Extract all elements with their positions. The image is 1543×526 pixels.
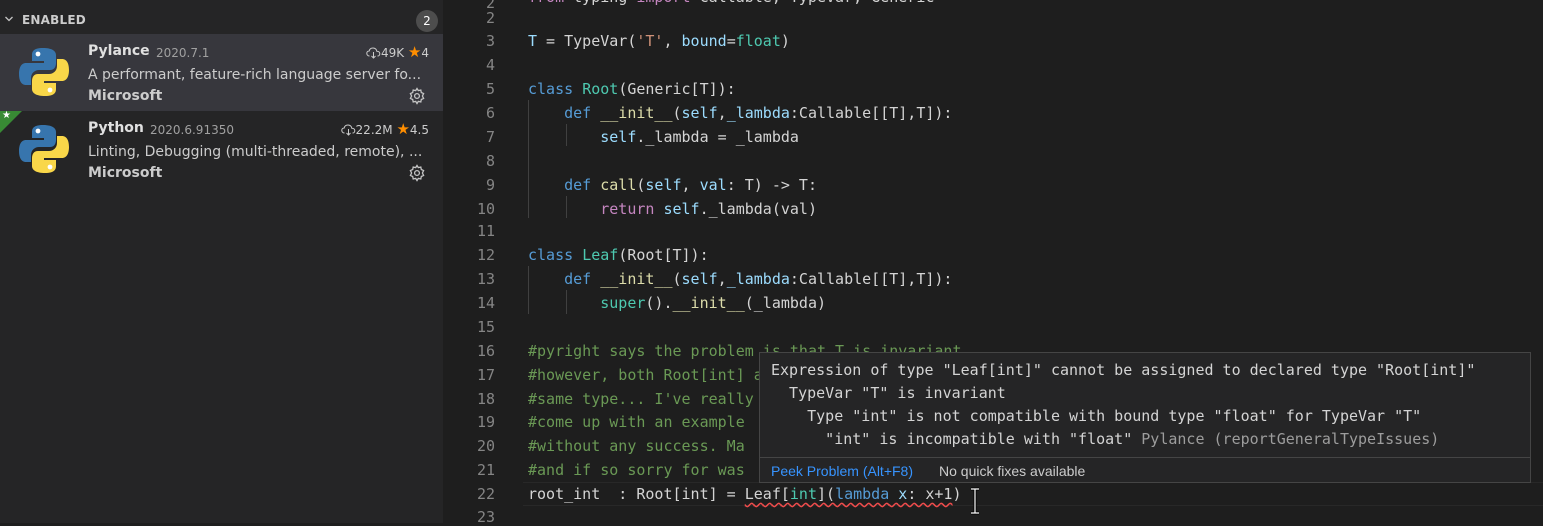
extension-publisher: Microsoft [88,165,163,181]
line-number: 2 [485,9,495,27]
line-number: 15 [476,318,495,336]
rating-value: 4.5 [409,123,429,137]
peek-problem-link[interactable]: Peek Problem (Alt+F8) [771,463,913,479]
gear-icon[interactable] [408,87,426,105]
cloud-download-icon [366,47,381,59]
line-number: 13 [476,270,495,288]
hover-message-line: Expression of type "Leaf[int]" cannot be… [771,361,1476,379]
line-number: 18 [476,390,495,408]
line-number: 6 [485,104,495,122]
code-line: return self._lambda(val) [600,200,817,218]
code-line: def call(self, val: T) -> T: [564,176,817,194]
hover-message-line: TypeVar "T" is invariant [771,384,1006,402]
line-number: 23 [476,508,495,526]
extension-item-pylance[interactable]: Pylance 2020.7.1 49K ★4 A performant, fe… [0,34,443,111]
code-line: #and if so sorry for was [528,461,745,479]
line-number: 11 [476,222,495,240]
code-line: #without any success. Ma [528,437,745,455]
line-number: 10 [476,200,495,218]
line-number: 3 [485,32,495,50]
code-line: root_int : Root[int] = Leaf[int](lambda … [528,485,962,503]
extension-description: A performant, feature-rich language serv… [88,67,422,83]
line-number: 5 [485,80,495,98]
rating-value: 4 [421,46,429,60]
line-number: 4 [485,56,495,74]
extensions-sidebar: ENABLED 2 Pylance 2020.7.1 49K ★4 A perf… [0,0,443,523]
problem-hover-tooltip: Expression of type "Leaf[int]" cannot be… [759,352,1531,483]
code-line: def __init__(self,_lambda:Callable[[T],T… [564,104,953,122]
no-quick-fixes-label: No quick fixes available [939,463,1086,479]
code-line: #come up with an example [528,413,745,431]
gear-icon[interactable] [408,164,426,182]
line-number: 21 [476,461,495,479]
hover-status-bar: Peek Problem (Alt+F8) No quick fixes ava… [760,457,1530,484]
text-cursor-icon [971,487,979,515]
extension-publisher: Microsoft [88,88,163,104]
section-count-badge: 2 [416,10,438,32]
code-line: T = TypeVar('T', bound=float) [528,32,790,50]
line-number: 22 [476,485,495,503]
extension-description: Linting, Debugging (multi-threaded, remo… [88,144,423,160]
star-icon: ★ [396,120,410,138]
code-line: class Root(Generic[T]): [528,80,736,98]
download-count: 49K [380,46,405,60]
hover-message-text: "int" is incompatible with "float" [771,430,1133,448]
chevron-down-icon [5,16,13,22]
code-line: from typing import Callable, TypeVar, Ge… [528,0,934,6]
code-line: class Leaf(Root[T]): [528,246,709,264]
hover-message-line: "int" is incompatible with "float" Pylan… [771,430,1439,448]
star-icon: ★ [407,43,422,61]
extension-name: Python [88,120,144,136]
code-line: super().__init__(_lambda) [600,294,827,312]
line-number: 14 [476,294,495,312]
line-number: 17 [476,366,495,384]
recommended-star-icon: ★ [2,110,11,121]
download-count: 22.2M [355,123,393,137]
code-editor[interactable]: 2 from typing import Callable, TypeVar, … [443,0,1543,526]
extension-stats: 49K ★4 [366,43,429,61]
section-title: ENABLED [22,13,86,27]
line-number: 7 [485,128,495,146]
cloud-download-icon [340,124,355,136]
enabled-section-header[interactable]: ENABLED 2 [0,7,443,35]
line-number: 19 [476,413,495,431]
extension-stats: 22.2M ★4.5 [340,120,429,138]
line-number: 9 [485,176,495,194]
python-logo-icon [19,48,69,96]
hover-message-line: Type "int" is not compatible with bound … [771,407,1422,425]
line-number: 8 [485,152,495,170]
code-line: def __init__(self,_lambda:Callable[[T],T… [564,270,953,288]
line-number: 16 [476,342,495,360]
code-line: self._lambda = _lambda [600,128,799,146]
extension-name: Pylance [88,43,150,59]
hover-source: Pylance (reportGeneralTypeIssues) [1141,430,1440,448]
python-logo-icon [19,125,69,173]
extension-version: 2020.6.91350 [150,123,234,137]
line-number: 12 [476,246,495,264]
line-number: 20 [476,437,495,455]
extension-version: 2020.7.1 [156,46,210,60]
extension-item-python[interactable]: ★ Python 2020.6.91350 22.2M ★4.5 Linting… [0,110,443,188]
